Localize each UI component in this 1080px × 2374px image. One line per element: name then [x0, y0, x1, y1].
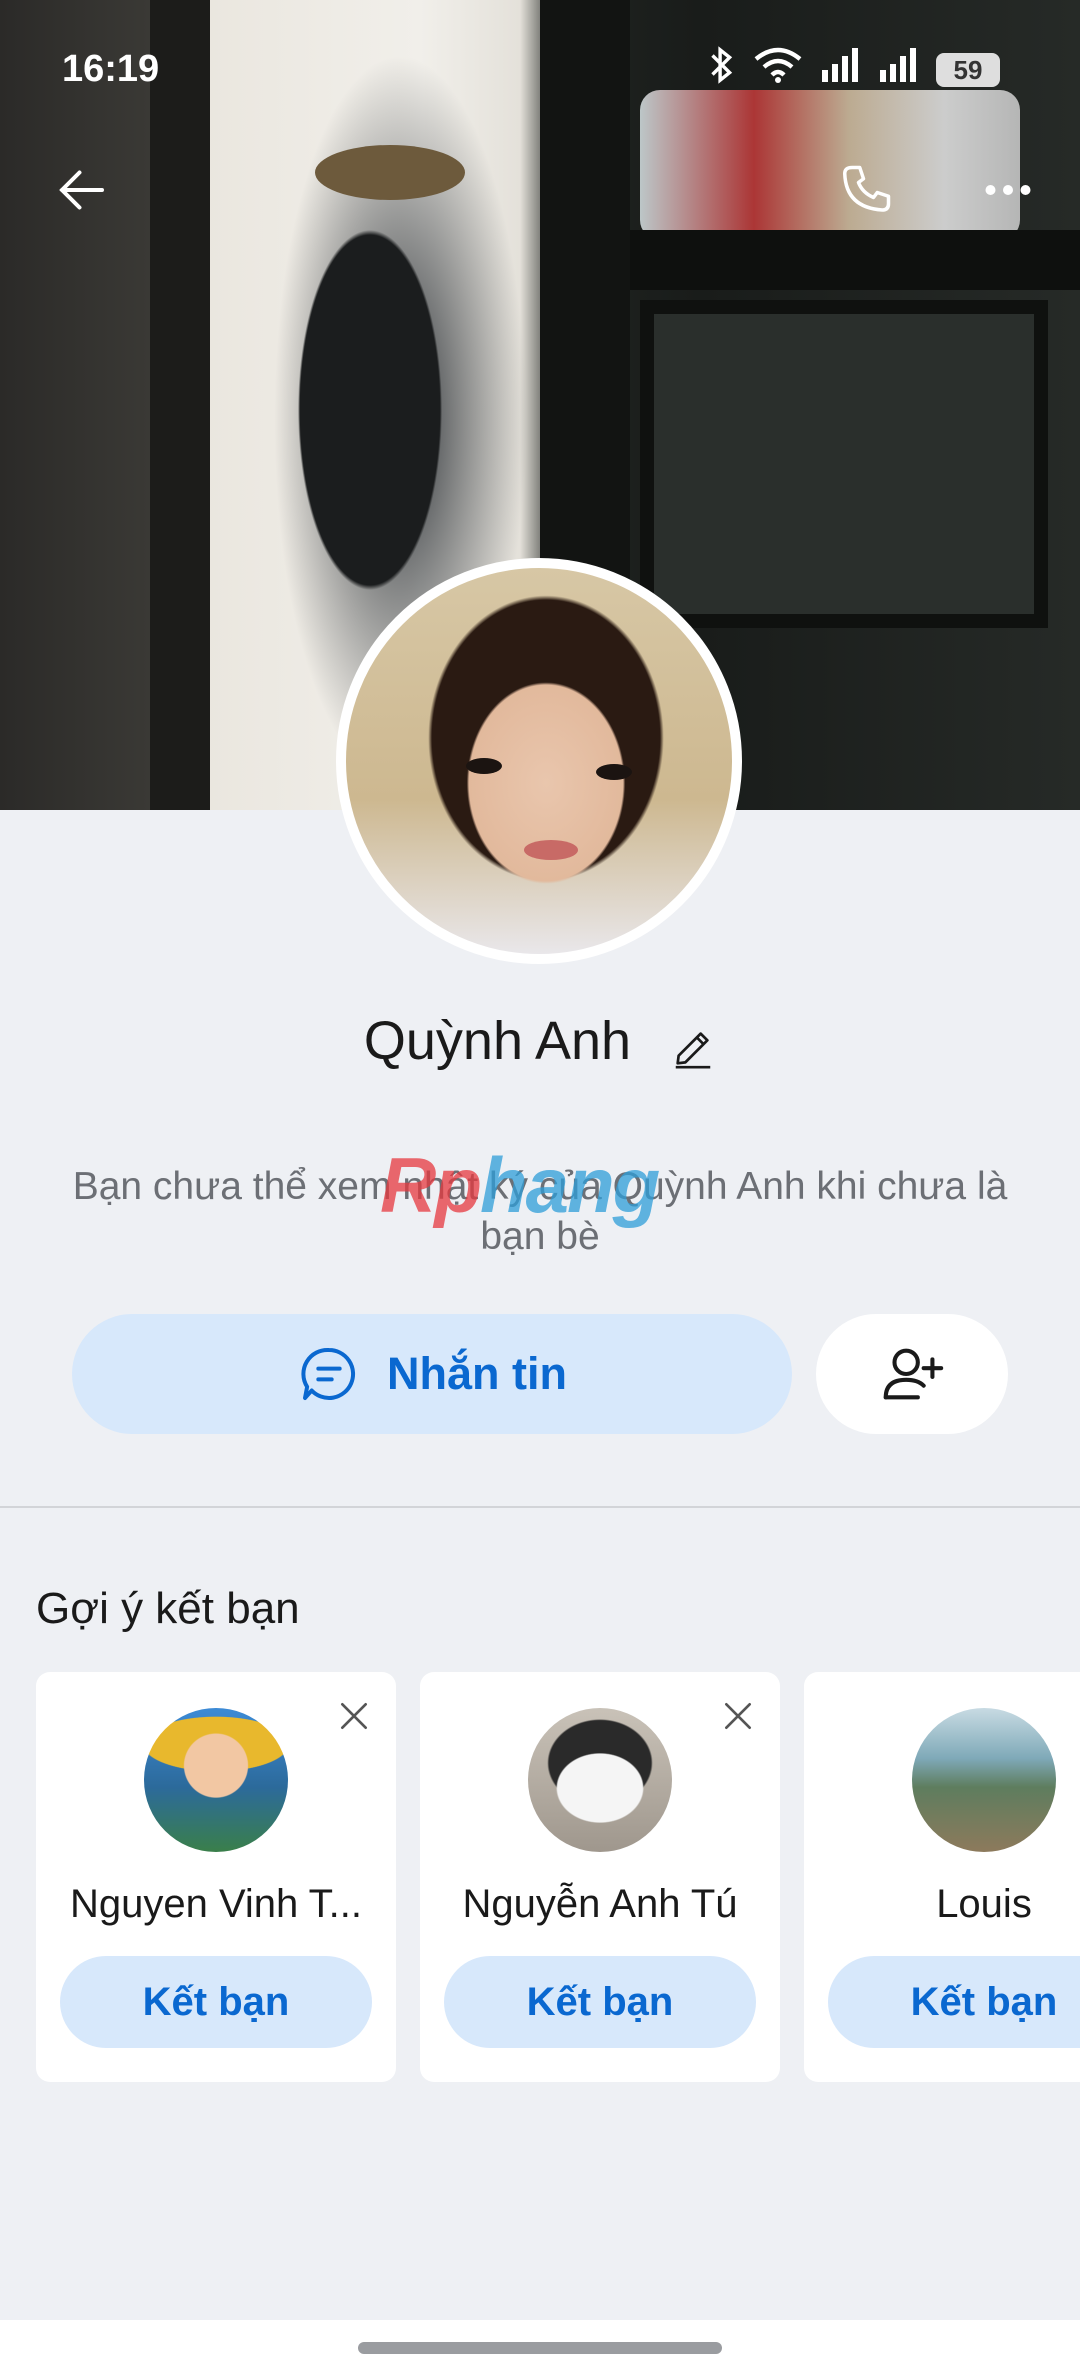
suggestion-card[interactable]: Louis Kết bạn: [804, 1672, 1080, 2082]
suggestion-name: Louis: [936, 1882, 1032, 1926]
phone-icon: [843, 165, 891, 212]
message-button-label: Nhắn tin: [387, 1348, 567, 1399]
pencil-icon[interactable]: [670, 1022, 716, 1069]
back-button[interactable]: [42, 150, 122, 230]
avatar[interactable]: [912, 1708, 1056, 1852]
profile-name-row: Quỳnh Anh: [0, 1010, 1080, 1072]
signal-icon: [820, 48, 860, 91]
add-friend-button[interactable]: Kết bạn: [828, 1956, 1080, 2048]
bluetooth-icon: [708, 46, 736, 93]
battery-indicator: 59: [936, 52, 1000, 87]
avatar-detail: [596, 764, 632, 780]
avatar-detail: [524, 840, 578, 860]
suggestions-title: Gợi ý kết bạn: [36, 1584, 300, 1633]
cover-decoration: [640, 300, 1048, 628]
message-button[interactable]: Nhắn tin: [72, 1314, 792, 1434]
more-button[interactable]: [968, 150, 1048, 230]
profile-name: Quỳnh Anh: [363, 1011, 632, 1071]
close-icon[interactable]: [334, 1696, 374, 1736]
avatar[interactable]: [528, 1708, 672, 1852]
add-friend-button[interactable]: Kết bạn: [444, 1956, 756, 2048]
signal-icon: [878, 48, 918, 91]
suggestion-card[interactable]: Nguyen Vinh T... Kết bạn: [36, 1672, 396, 2082]
avatar[interactable]: [144, 1708, 288, 1852]
suggestion-card[interactable]: Nguyễn Anh Tú Kết bạn: [420, 1672, 780, 2082]
avatar[interactable]: [336, 558, 742, 964]
arrow-left-icon: [59, 170, 104, 210]
more-horizontal-icon: [985, 185, 1031, 195]
suggestion-name: Nguyen Vinh T...: [69, 1882, 363, 1926]
call-button[interactable]: [826, 150, 906, 230]
wifi-icon: [754, 47, 802, 92]
add-friend-button[interactable]: [816, 1314, 1008, 1434]
suggestion-name: Nguyễn Anh Tú: [462, 1882, 738, 1926]
divider: [0, 1506, 1080, 1508]
status-bar: 16:19 59: [0, 0, 1080, 140]
add-user-icon: [883, 1348, 944, 1400]
suggestions-list[interactable]: Nguyen Vinh T... Kết bạn Nguyễn Anh Tú K…: [36, 1672, 1080, 2082]
chat-bubble-icon: [301, 1347, 355, 1400]
status-time: 16:19: [62, 48, 160, 90]
home-indicator[interactable]: [358, 2342, 722, 2354]
cover-person-hat: [315, 145, 465, 200]
cover-decoration: [620, 230, 1080, 290]
close-icon[interactable]: [718, 1696, 758, 1736]
watermark-part: Rp: [380, 1141, 482, 1229]
status-icons: 59: [708, 46, 1000, 93]
avatar-detail: [466, 758, 502, 774]
add-friend-button[interactable]: Kết bạn: [60, 1956, 372, 2048]
watermark-part: hang: [479, 1141, 660, 1229]
watermark: Rphang: [380, 1140, 660, 1231]
